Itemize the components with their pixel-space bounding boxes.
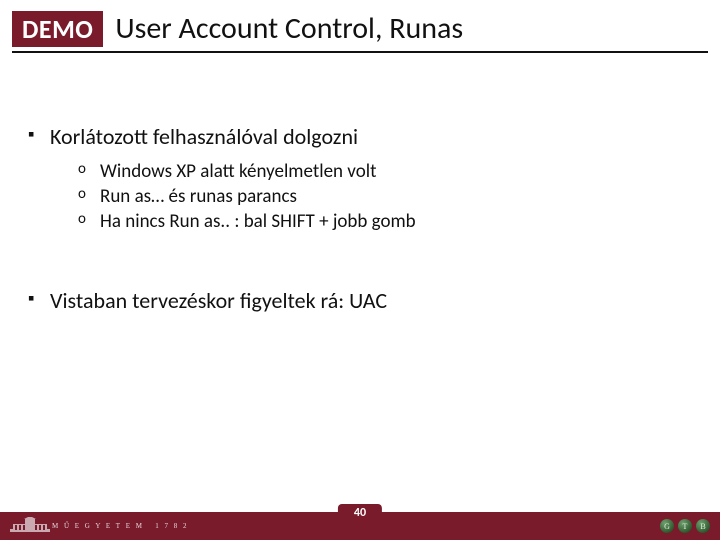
list-item: Run as… és runas parancs <box>72 185 692 208</box>
demo-badge: DEMO <box>12 11 103 47</box>
bullet-text: Windows XP alatt kényelmetlen volt <box>100 160 376 183</box>
bullet-text: Vistaban tervezéskor figyeltek rá: UAC <box>50 287 387 314</box>
slide-footer: M Ű E G Y E T E M 1 7 8 2 40 G T B <box>0 512 720 540</box>
spacer <box>28 241 692 287</box>
building-icon <box>10 517 50 535</box>
footer-dot-icon: B <box>696 519 710 533</box>
footer-dot-icon: G <box>660 519 674 533</box>
list-item: Korlátozott felhasználóval dolgozni Wind… <box>28 123 692 233</box>
list-item: Vistaban tervezéskor figyeltek rá: UAC <box>28 287 692 314</box>
bullet-text: Run as… és runas parancs <box>100 185 297 208</box>
slide-content: Korlátozott felhasználóval dolgozni Wind… <box>0 53 720 512</box>
footer-left: M Ű E G Y E T E M 1 7 8 2 <box>10 517 188 535</box>
dot-letter: B <box>700 522 705 531</box>
bullet-text: Korlátozott felhasználóval dolgozni <box>50 123 358 150</box>
list-item: Ha nincs Run as.. : bal SHIFT + jobb gom… <box>72 210 692 233</box>
bullet-text: Ha nincs Run as.. : bal SHIFT + jobb gom… <box>100 210 416 233</box>
footer-right: G T B <box>660 519 710 533</box>
footer-dot-icon: T <box>678 519 692 533</box>
slide-header: DEMO User Account Control, Runas <box>0 0 720 47</box>
dot-letter: T <box>683 522 688 531</box>
bullet-list: Korlátozott felhasználóval dolgozni Wind… <box>28 123 692 233</box>
sub-bullet-list: Windows XP alatt kényelmetlen volt Run a… <box>50 160 692 233</box>
dot-letter: G <box>664 522 670 531</box>
page-number: 40 <box>338 504 382 522</box>
list-item: Windows XP alatt kényelmetlen volt <box>72 160 692 183</box>
slide: DEMO User Account Control, Runas Korláto… <box>0 0 720 540</box>
bullet-list: Vistaban tervezéskor figyeltek rá: UAC <box>28 287 692 314</box>
slide-title: User Account Control, Runas <box>115 10 463 47</box>
footer-org-text: M Ű E G Y E T E M 1 7 8 2 <box>52 522 188 530</box>
